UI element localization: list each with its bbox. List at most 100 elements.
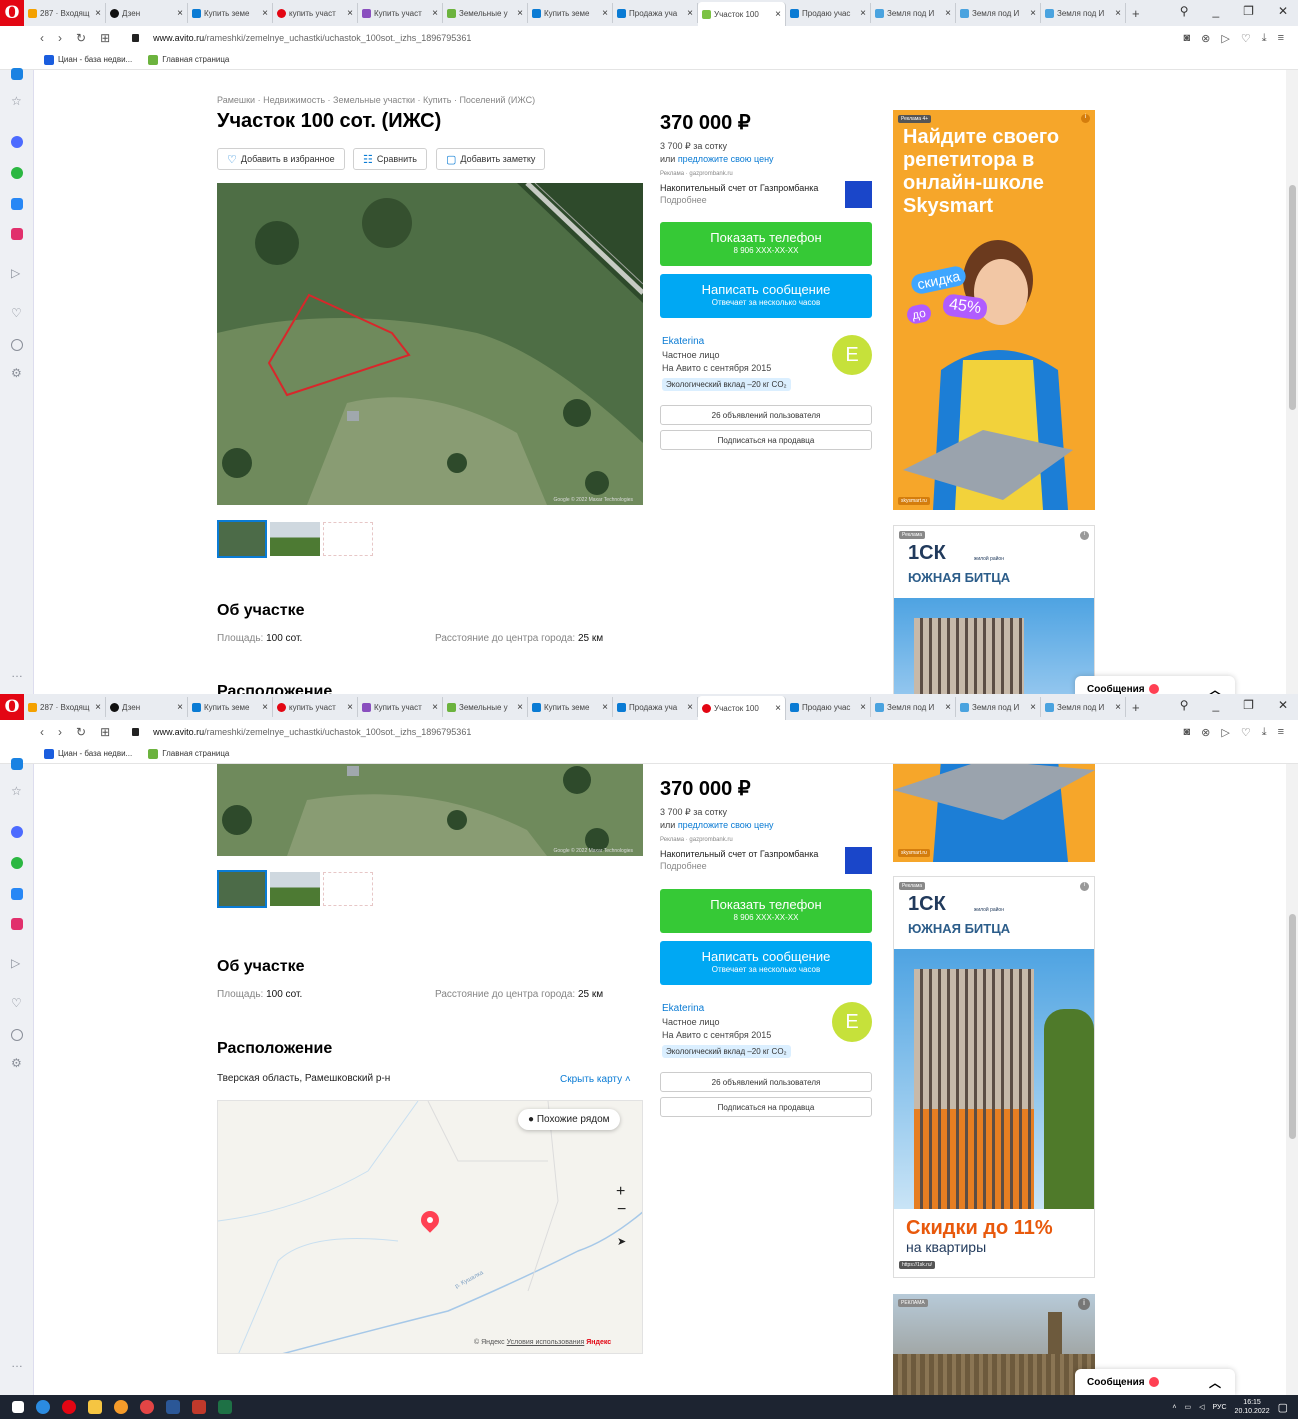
write-message-button[interactable]: Написать сообщение Отвечает за несколько … <box>660 941 872 985</box>
download-icon[interactable]: ⤓ <box>1262 726 1267 739</box>
similar-nearby-button[interactable]: ● Похожие рядом <box>518 1109 620 1130</box>
home-icon[interactable] <box>11 758 23 770</box>
back-icon[interactable]: ‹ <box>40 725 44 739</box>
speed-dial-icon[interactable]: ⊞ <box>100 725 110 739</box>
tab[interactable]: 287 · Входящ × <box>24 697 106 717</box>
tab[interactable]: Дзен × <box>106 697 188 717</box>
tab[interactable]: Земельные у × <box>443 697 528 717</box>
skysmart-ad[interactable]: Реклама 4+ i Найдите своего репетитора в… <box>893 110 1095 510</box>
menu-icon[interactable]: ≡ <box>1278 32 1284 45</box>
network-icon[interactable]: ▭ <box>1185 1403 1192 1411</box>
map[interactable]: р. Кушалка ● Похожие рядом + − ➤ © Яндек… <box>217 1100 643 1354</box>
search-icon[interactable]: ⚲ <box>1180 698 1189 712</box>
explorer-icon[interactable] <box>88 1400 102 1414</box>
camera-icon[interactable]: ◙ <box>1183 32 1190 45</box>
tab[interactable]: Продажа уча × <box>613 3 698 23</box>
offer-price[interactable]: или предложите свою цену <box>660 154 774 164</box>
tab[interactable]: Продаю учас × <box>786 3 871 23</box>
tab[interactable]: Купить земе × <box>528 3 613 23</box>
zoom-in-button[interactable]: + <box>616 1183 625 1201</box>
close-icon[interactable]: × <box>602 8 608 19</box>
tray-chevron-icon[interactable]: ˄ <box>1172 1404 1176 1411</box>
scrollbar[interactable] <box>1286 70 1298 694</box>
scroll-thumb[interactable] <box>1289 914 1296 1139</box>
tab[interactable]: Земельные у × <box>443 3 528 23</box>
player-icon[interactable]: ▷ <box>11 266 20 280</box>
instagram-icon[interactable] <box>11 228 23 240</box>
close-icon[interactable]: × <box>517 8 523 19</box>
reload-icon[interactable]: ↻ <box>76 725 86 739</box>
skysmart-ad[interactable]: skysmart.ru <box>893 764 1095 862</box>
user-ads-button[interactable]: 26 объявлений пользователя <box>660 405 872 425</box>
close-icon[interactable]: × <box>860 8 866 19</box>
tab[interactable]: Дзен × <box>106 3 188 23</box>
close-icon[interactable]: × <box>432 702 438 713</box>
close-icon[interactable]: × <box>347 702 353 713</box>
yandex-icon[interactable] <box>140 1400 154 1414</box>
settings-icon[interactable]: ⚙ <box>11 366 22 380</box>
tab[interactable]: Земля под И × <box>871 3 956 23</box>
star-icon[interactable]: ☆ <box>11 94 22 108</box>
messenger-icon[interactable] <box>11 136 23 148</box>
flow-icon[interactable]: ▷ <box>1221 726 1229 739</box>
whatsapp-icon[interactable] <box>11 857 23 869</box>
minimize-icon[interactable]: _ <box>1212 698 1219 712</box>
forward-icon[interactable]: › <box>58 31 62 45</box>
close-icon[interactable]: × <box>347 8 353 19</box>
close-icon[interactable]: × <box>1030 8 1036 19</box>
close-icon[interactable]: × <box>262 8 268 19</box>
user-ads-button[interactable]: 26 объявлений пользователя <box>660 1072 872 1092</box>
offer-price[interactable]: или предложите свою цену <box>660 820 774 830</box>
close-icon[interactable]: × <box>177 702 183 713</box>
bank-ad-title[interactable]: Накопительный счет от Газпромбанка <box>660 183 818 193</box>
opera-logo[interactable]: O <box>0 694 24 720</box>
star-icon[interactable]: ☆ <box>11 784 22 798</box>
messages-panel[interactable]: Сообщения ︿ <box>1075 1369 1235 1395</box>
chevron-up-icon[interactable]: ︿ <box>1209 681 1221 695</box>
tab[interactable]: Земля под И × <box>956 697 1041 717</box>
bookmark-home[interactable]: Главная страница <box>148 54 229 65</box>
close-icon[interactable]: × <box>602 702 608 713</box>
close-icon[interactable]: × <box>432 8 438 19</box>
tab[interactable]: Земля под И × <box>871 697 956 717</box>
tab[interactable]: Продаю учас × <box>786 697 871 717</box>
player-icon[interactable]: ▷ <box>11 956 20 970</box>
close-window-icon[interactable]: ✕ <box>1278 4 1288 18</box>
close-window-icon[interactable]: ✕ <box>1278 698 1288 712</box>
thumbnail[interactable] <box>270 522 320 556</box>
close-icon[interactable]: × <box>945 702 951 713</box>
vpn-icon[interactable]: ⊗ <box>1201 32 1210 45</box>
language-indicator[interactable]: РУС <box>1213 1404 1227 1411</box>
thumbnail[interactable] <box>323 872 373 906</box>
tab[interactable]: купить участ × <box>273 697 358 717</box>
close-icon[interactable]: × <box>775 9 781 20</box>
avatar[interactable]: E <box>832 335 872 375</box>
compare-button[interactable]: ☷ Сравнить <box>353 148 427 170</box>
bank-ad-title[interactable]: Накопительный счет от Газпромбанка <box>660 849 818 859</box>
bookmark-home[interactable]: Главная страница <box>148 748 229 759</box>
restore-icon[interactable]: ❐ <box>1243 698 1254 712</box>
tab[interactable]: Купить участ × <box>358 697 443 717</box>
tab[interactable]: Продажа уча × <box>613 697 698 717</box>
windows-start-icon[interactable] <box>12 1401 24 1413</box>
opera-icon[interactable] <box>62 1400 76 1414</box>
tab-active[interactable]: Участок 100 × <box>698 696 786 720</box>
info-icon[interactable]: i <box>1080 882 1089 891</box>
scrollbar[interactable] <box>1286 764 1298 1395</box>
speed-dial-icon[interactable]: ⊞ <box>100 31 110 45</box>
tab-active[interactable]: Участок 100 × <box>698 2 786 26</box>
thumbnail-active[interactable] <box>217 520 267 558</box>
flow-icon[interactable]: ▷ <box>1221 32 1229 45</box>
main-photo[interactable]: Google © 2022 Maxar Technologies <box>217 183 643 505</box>
tab[interactable]: Купить земе × <box>528 697 613 717</box>
eco-badge[interactable]: Экологический вклад –20 кг CO₂ <box>662 1045 791 1058</box>
messenger-icon[interactable] <box>11 826 23 838</box>
new-tab-icon[interactable]: + <box>1132 700 1140 715</box>
close-icon[interactable]: × <box>687 702 693 713</box>
heart-icon[interactable]: ♡ <box>1241 726 1251 739</box>
close-icon[interactable]: × <box>95 702 101 713</box>
messages-panel[interactable]: Сообщения ︿ <box>1075 676 1235 694</box>
subscribe-button[interactable]: Подписаться на продавца <box>660 1097 872 1117</box>
heart-icon[interactable]: ♡ <box>11 996 22 1010</box>
zoom-out-button[interactable]: − <box>617 1201 626 1219</box>
